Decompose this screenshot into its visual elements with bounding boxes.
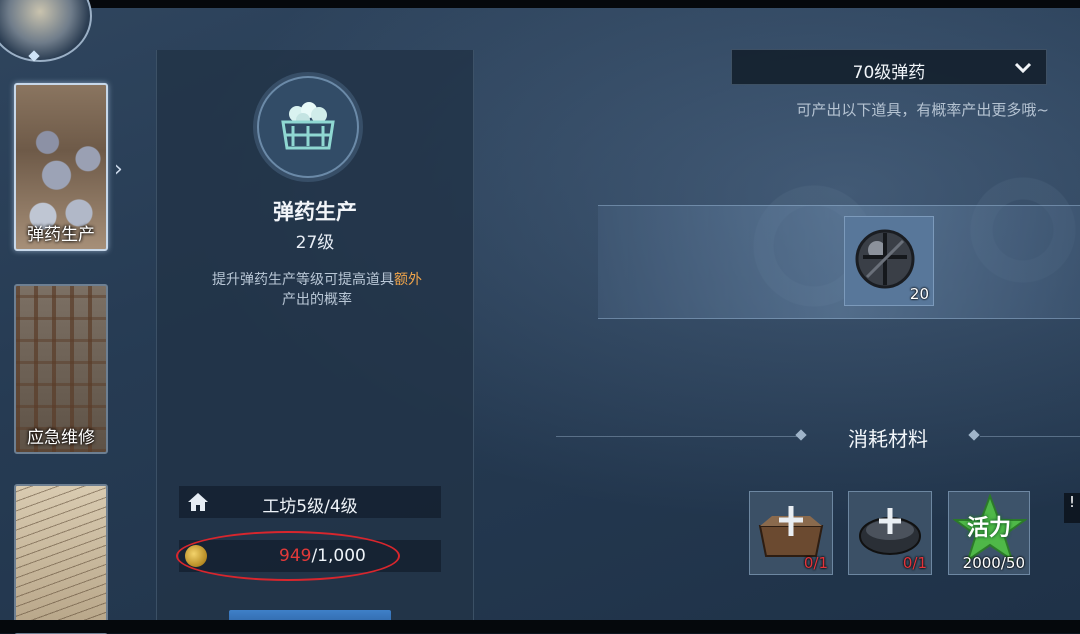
material-slot-crate[interactable]: 0/1 xyxy=(749,491,833,575)
panel-description: 提升弹药生产等级可提高道具额外产出的概率 xyxy=(177,270,457,310)
ammo-crate-icon xyxy=(259,78,357,176)
output-band xyxy=(598,205,1080,319)
divider-right xyxy=(980,436,1080,437)
sidebar-item-music[interactable] xyxy=(14,484,108,634)
sidebar-item-label: 应急维修 xyxy=(27,428,95,448)
bottom-letterbox xyxy=(0,620,1080,633)
material-slot-shell[interactable]: 0/1 xyxy=(848,491,932,575)
vitality-label: 活力 xyxy=(966,516,1011,541)
workshop-level-row: 工坊5级/4级 xyxy=(179,486,441,518)
output-item-count: 20 xyxy=(909,285,929,303)
material-have: 0 xyxy=(803,554,814,572)
divider-left xyxy=(556,436,798,437)
material-need: /1 xyxy=(912,554,927,572)
ammo-type-select[interactable]: 70级弹药 xyxy=(731,49,1047,85)
material-count: 0/1 xyxy=(903,554,927,572)
annotation-circle xyxy=(176,531,400,581)
sidebar-item-ammo-production[interactable]: 弹药生产 xyxy=(14,83,108,251)
materials-title: 消耗材料 xyxy=(848,427,928,451)
desc-text-2: 产出的概率 xyxy=(282,292,352,308)
desc-highlight: 额外 xyxy=(394,272,422,288)
top-letterbox xyxy=(0,0,1080,8)
chevron-down-icon xyxy=(1014,62,1032,74)
material-have: 2000 xyxy=(962,554,1001,572)
sidebar-item-emergency-repair[interactable]: 应急维修 xyxy=(14,284,108,454)
ammo-type-value: 70级弹药 xyxy=(852,63,926,83)
panel-title: 弹药生产 xyxy=(273,199,357,224)
material-need: /50 xyxy=(1000,554,1025,572)
desc-text: 提升弹药生产等级可提高道具 xyxy=(212,272,394,288)
material-count: 2000/50 xyxy=(963,554,1025,572)
material-count: 0/1 xyxy=(804,554,828,572)
material-have: 0 xyxy=(902,554,913,572)
output-item-slot[interactable]: 20 xyxy=(844,216,934,306)
edge-alert-badge[interactable]: ! xyxy=(1064,493,1080,523)
material-slot-vitality[interactable]: 活力 2000/50 xyxy=(948,491,1030,575)
workshop-level: 工坊5级/4级 xyxy=(262,497,358,517)
sidebar-item-label: 弹药生产 xyxy=(27,225,95,245)
output-hint: 可产出以下道具，有概率产出更多哦~ xyxy=(796,101,1049,119)
production-level: 27级 xyxy=(295,233,335,253)
chevron-right-icon: › xyxy=(114,157,123,182)
material-need: /1 xyxy=(813,554,828,572)
